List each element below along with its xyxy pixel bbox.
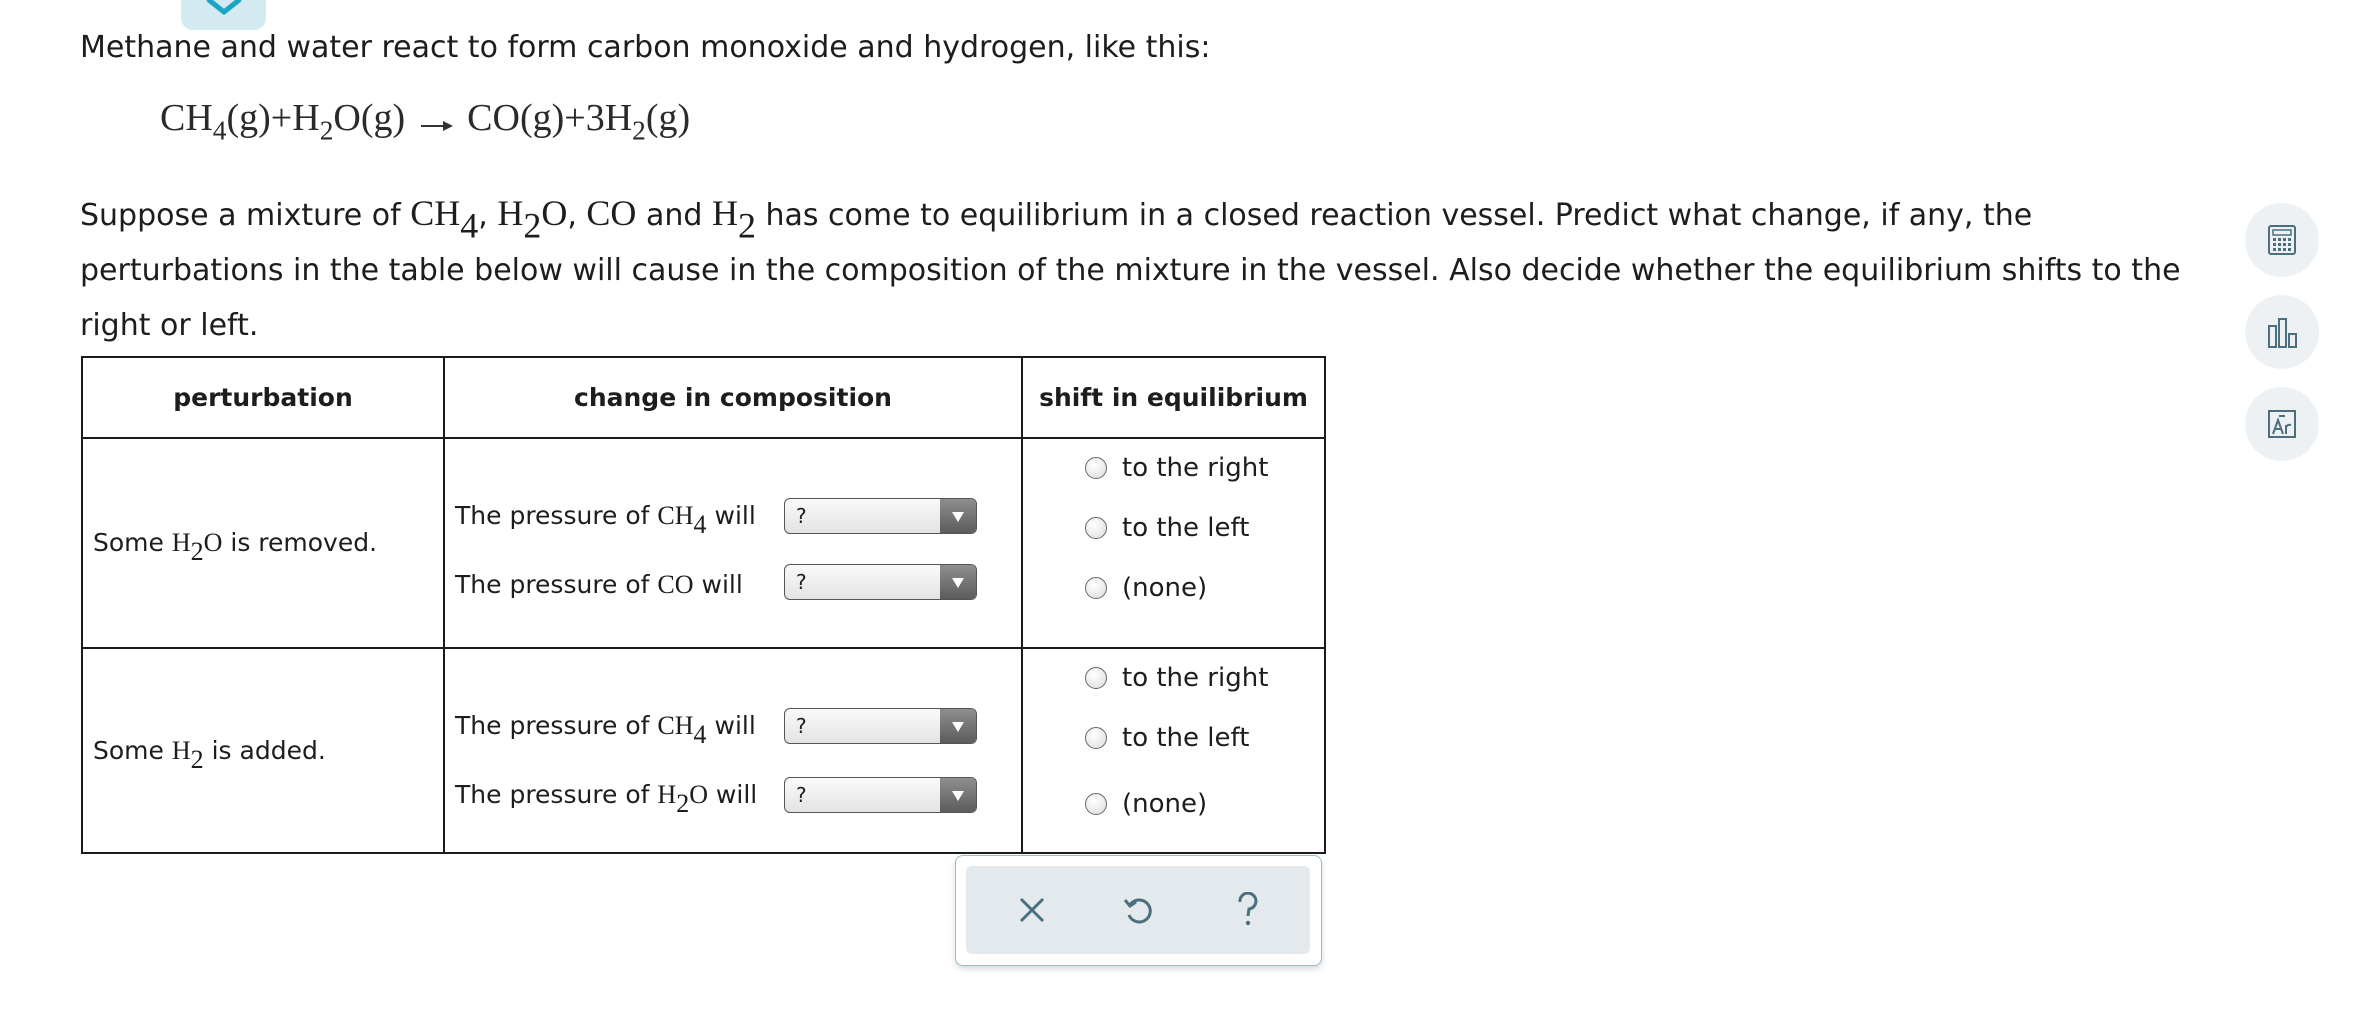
change-select[interactable]: ? xyxy=(784,777,977,813)
data-button[interactable] xyxy=(2245,295,2319,369)
perturbation-cell: Some H2 is added. xyxy=(81,647,445,854)
radio-button-icon xyxy=(1085,577,1107,599)
shift-cell: to the right to the left (none) xyxy=(1021,647,1326,854)
action-bar xyxy=(966,866,1310,954)
radio-to-the-left[interactable]: to the left xyxy=(1085,723,1249,753)
radio-to-the-right[interactable]: to the right xyxy=(1085,453,1268,483)
radio-label: (none) xyxy=(1122,789,1208,819)
calculator-icon xyxy=(2268,225,2296,255)
radio-label: to the left xyxy=(1122,723,1250,753)
change-select[interactable]: ? xyxy=(784,564,977,600)
change-label: The pressure of CH4 will xyxy=(455,501,756,540)
bar-chart-icon xyxy=(2268,318,2297,348)
select-value: ? xyxy=(796,714,807,738)
change-select[interactable]: ? xyxy=(784,708,977,744)
change-label: The pressure of H2O will xyxy=(455,780,758,819)
periodic-table-button[interactable] xyxy=(2245,387,2319,461)
dropdown-arrow-icon xyxy=(940,709,976,743)
change-label: The pressure of CH4 will xyxy=(455,711,756,750)
reaction-equation: CH4(g)+H2O(g) CO(g)+3H2(g) xyxy=(160,97,691,146)
table-row: Some H2O is removed. The pressure of CH4… xyxy=(81,437,1326,649)
perturbation-table: perturbation change in composition shift… xyxy=(81,356,1326,854)
select-value: ? xyxy=(796,504,807,528)
undo-icon xyxy=(1123,898,1152,924)
radio-button-icon xyxy=(1085,517,1107,539)
radio-button-icon xyxy=(1085,793,1107,815)
radio-label: (none) xyxy=(1122,573,1208,603)
periodic-table-icon xyxy=(2268,410,2296,438)
radio-button-icon xyxy=(1085,667,1107,689)
change-cell: The pressure of CH4 will ? The pressure … xyxy=(443,437,1023,649)
change-select[interactable]: ? xyxy=(784,498,977,534)
change-label: The pressure of CO will xyxy=(455,570,743,599)
dropdown-arrow-icon xyxy=(940,565,976,599)
radio-label: to the right xyxy=(1122,453,1269,483)
help-button[interactable] xyxy=(1222,884,1274,936)
collapse-toggle[interactable] xyxy=(181,0,266,30)
close-icon xyxy=(1019,897,1045,923)
header-perturbation: perturbation xyxy=(81,356,445,439)
question-text: Suppose a mixture of CH4, H2O, CO and H2… xyxy=(80,193,2181,343)
shift-cell: to the right to the left (none) xyxy=(1021,437,1326,649)
header-shift-in-equilibrium: shift in equilibrium xyxy=(1021,356,1326,439)
dropdown-arrow-icon xyxy=(940,778,976,812)
undo-button[interactable] xyxy=(1112,884,1164,936)
select-value: ? xyxy=(796,783,807,807)
answer-action-panel xyxy=(955,855,1322,966)
radio-label: to the left xyxy=(1122,513,1250,543)
radio-button-icon xyxy=(1085,457,1107,479)
radio-to-the-right[interactable]: to the right xyxy=(1085,663,1268,693)
radio-label: to the right xyxy=(1122,663,1269,693)
header-change-in-composition: change in composition xyxy=(443,356,1023,439)
radio-none[interactable]: (none) xyxy=(1085,573,1207,603)
calculator-button[interactable] xyxy=(2245,203,2319,277)
radio-none[interactable]: (none) xyxy=(1085,789,1207,819)
help-icon xyxy=(1238,892,1258,926)
radio-to-the-left[interactable]: to the left xyxy=(1085,513,1249,543)
table-row: Some H2 is added. The pressure of CH4 wi… xyxy=(81,647,1326,854)
select-value: ? xyxy=(796,570,807,594)
dropdown-arrow-icon xyxy=(940,499,976,533)
reaction-arrow-icon xyxy=(419,99,455,143)
intro-text: Methane and water react to form carbon m… xyxy=(80,30,1211,65)
chevron-down-icon xyxy=(206,0,242,15)
radio-button-icon xyxy=(1085,727,1107,749)
clear-button[interactable] xyxy=(1006,884,1058,936)
change-cell: The pressure of CH4 will ? The pressure … xyxy=(443,647,1023,854)
perturbation-cell: Some H2O is removed. xyxy=(81,437,445,649)
